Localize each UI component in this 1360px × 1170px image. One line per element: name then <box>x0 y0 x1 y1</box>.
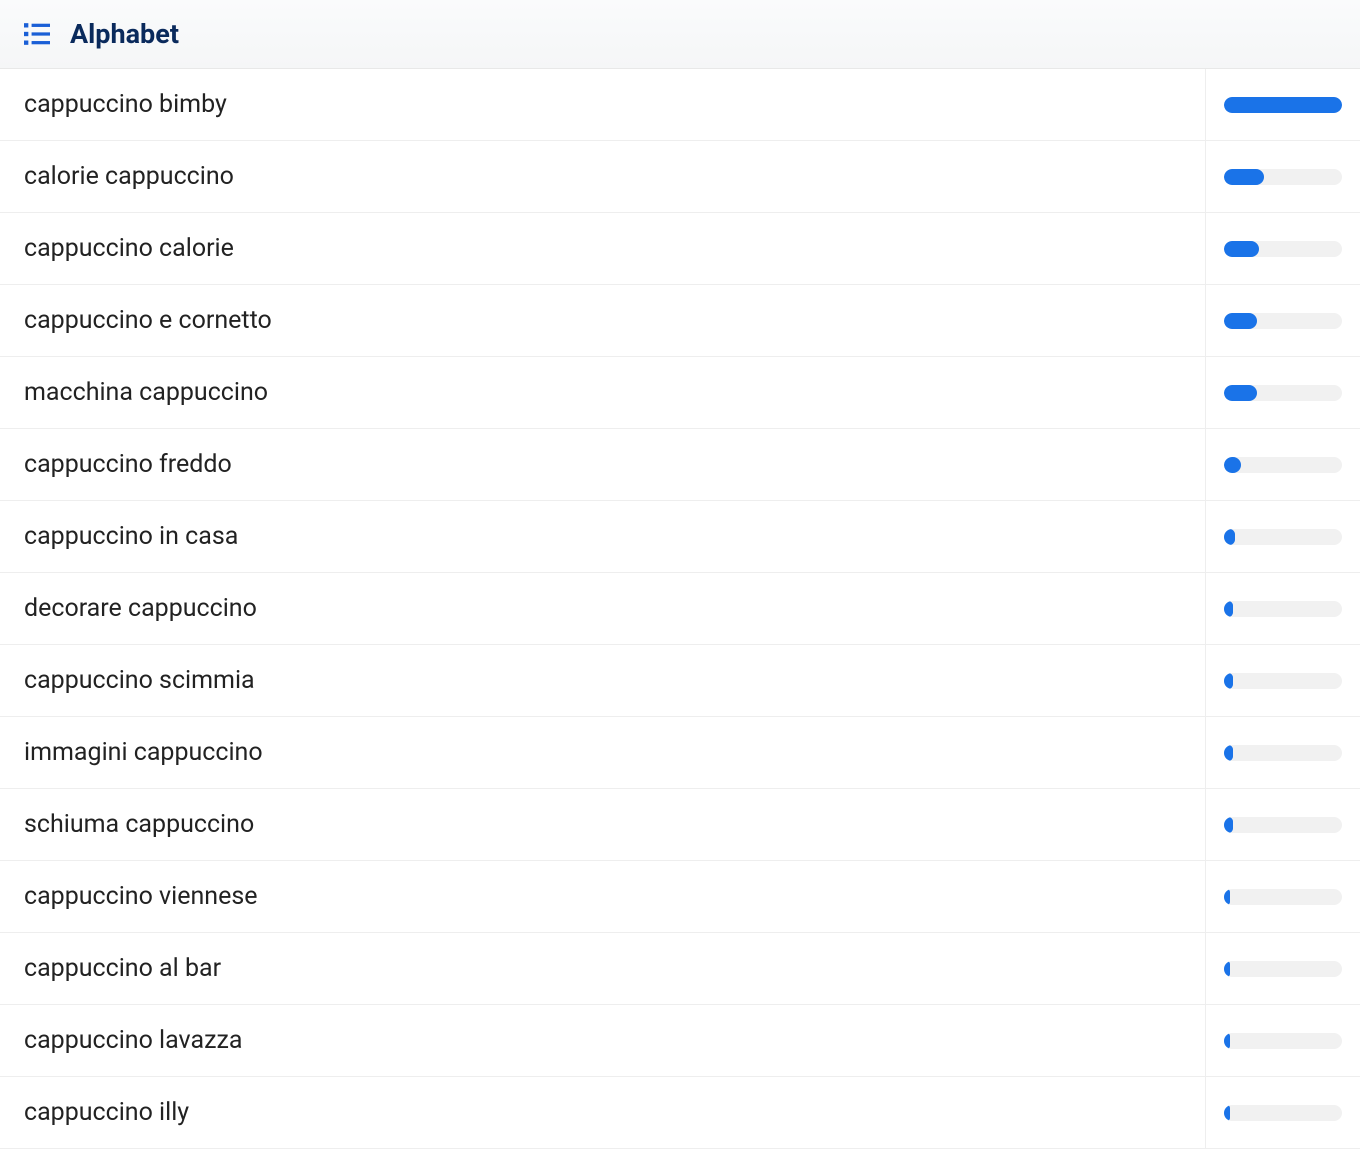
bar-cell <box>1206 1077 1360 1148</box>
bar-cell <box>1206 429 1360 500</box>
keyword-label: macchina cappuccino <box>0 357 1206 428</box>
bar-cell <box>1206 789 1360 860</box>
bar-cell <box>1206 141 1360 212</box>
bar-track <box>1224 961 1342 977</box>
bar-fill <box>1224 313 1257 329</box>
table-row[interactable]: cappuccino e cornetto <box>0 285 1360 357</box>
keyword-label: decorare cappuccino <box>0 573 1206 644</box>
bar-track <box>1224 97 1342 113</box>
table-row[interactable]: cappuccino lavazza <box>0 1005 1360 1077</box>
bar-fill <box>1224 673 1233 689</box>
bar-fill <box>1224 601 1233 617</box>
keyword-label: cappuccino e cornetto <box>0 285 1206 356</box>
keyword-label: cappuccino al bar <box>0 933 1206 1004</box>
keyword-label: cappuccino in casa <box>0 501 1206 572</box>
bar-fill <box>1224 169 1264 185</box>
bar-fill <box>1224 97 1342 113</box>
header: Alphabet <box>0 0 1360 69</box>
bar-cell <box>1206 717 1360 788</box>
table-row[interactable]: cappuccino calorie <box>0 213 1360 285</box>
bar-track <box>1224 601 1342 617</box>
bar-track <box>1224 529 1342 545</box>
bar-fill <box>1224 385 1257 401</box>
table-row[interactable]: cappuccino in casa <box>0 501 1360 573</box>
bar-cell <box>1206 285 1360 356</box>
bar-track <box>1224 241 1342 257</box>
bar-fill <box>1224 457 1241 473</box>
keyword-label: cappuccino calorie <box>0 213 1206 284</box>
bar-cell <box>1206 645 1360 716</box>
bar-track <box>1224 889 1342 905</box>
table-row[interactable]: schiuma cappuccino <box>0 789 1360 861</box>
bar-track <box>1224 457 1342 473</box>
bar-track <box>1224 1033 1342 1049</box>
list-icon <box>24 23 50 45</box>
bar-cell <box>1206 69 1360 140</box>
bar-cell <box>1206 573 1360 644</box>
bar-fill <box>1224 745 1233 761</box>
table-row[interactable]: cappuccino illy <box>0 1077 1360 1149</box>
bar-cell <box>1206 501 1360 572</box>
bar-fill <box>1224 961 1230 977</box>
keyword-label: cappuccino scimmia <box>0 645 1206 716</box>
bar-cell <box>1206 861 1360 932</box>
bar-track <box>1224 817 1342 833</box>
bar-fill <box>1224 241 1259 257</box>
keyword-label: cappuccino freddo <box>0 429 1206 500</box>
table-row[interactable]: immagini cappuccino <box>0 717 1360 789</box>
bar-track <box>1224 169 1342 185</box>
page-title: Alphabet <box>70 18 179 50</box>
table-row[interactable]: cappuccino viennese <box>0 861 1360 933</box>
table-row[interactable]: macchina cappuccino <box>0 357 1360 429</box>
keyword-label: schiuma cappuccino <box>0 789 1206 860</box>
keyword-label: cappuccino illy <box>0 1077 1206 1148</box>
table-row[interactable]: calorie cappuccino <box>0 141 1360 213</box>
bar-track <box>1224 1105 1342 1121</box>
keyword-list: cappuccino bimbycalorie cappuccinocappuc… <box>0 69 1360 1149</box>
table-row[interactable]: cappuccino bimby <box>0 69 1360 141</box>
bar-fill <box>1224 1033 1230 1049</box>
bar-fill <box>1224 1105 1230 1121</box>
bar-fill <box>1224 817 1233 833</box>
bar-track <box>1224 745 1342 761</box>
bar-track <box>1224 673 1342 689</box>
table-row[interactable]: cappuccino al bar <box>0 933 1360 1005</box>
keyword-label: cappuccino lavazza <box>0 1005 1206 1076</box>
bar-fill <box>1224 529 1235 545</box>
keyword-label: immagini cappuccino <box>0 717 1206 788</box>
keyword-label: cappuccino bimby <box>0 69 1206 140</box>
keyword-label: calorie cappuccino <box>0 141 1206 212</box>
table-row[interactable]: decorare cappuccino <box>0 573 1360 645</box>
keyword-label: cappuccino viennese <box>0 861 1206 932</box>
bar-fill <box>1224 889 1230 905</box>
bar-cell <box>1206 1005 1360 1076</box>
bar-cell <box>1206 213 1360 284</box>
bar-cell <box>1206 933 1360 1004</box>
bar-track <box>1224 385 1342 401</box>
bar-track <box>1224 313 1342 329</box>
table-row[interactable]: cappuccino scimmia <box>0 645 1360 717</box>
table-row[interactable]: cappuccino freddo <box>0 429 1360 501</box>
bar-cell <box>1206 357 1360 428</box>
